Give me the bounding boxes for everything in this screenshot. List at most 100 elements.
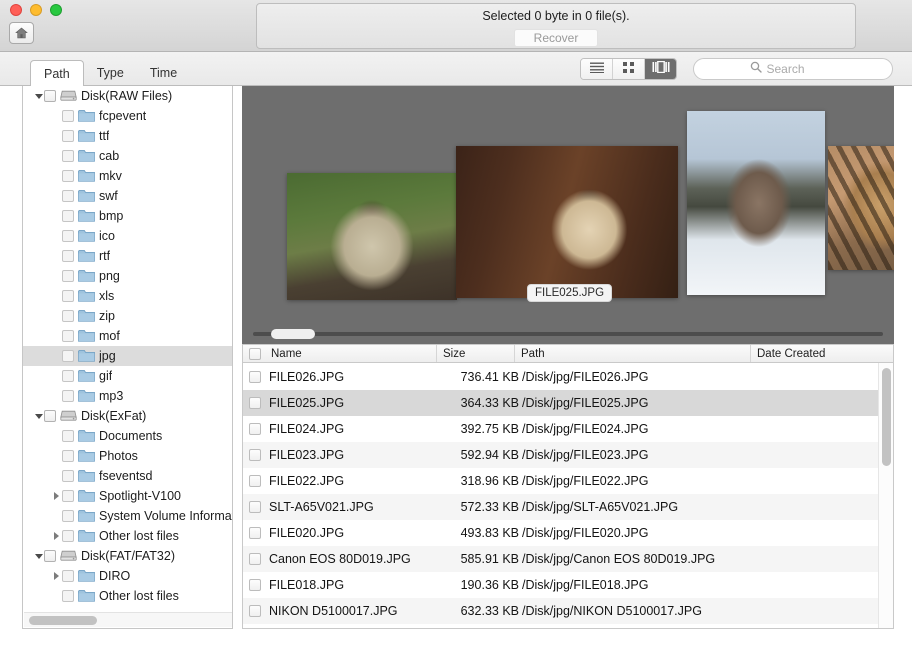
tree-item-bmp[interactable]: bmp [23, 206, 232, 226]
tree-item-checkbox[interactable] [62, 150, 74, 162]
tree-item-checkbox[interactable] [62, 490, 74, 502]
row-checkbox[interactable] [249, 364, 261, 390]
dog-in-blanket-photo[interactable] [287, 173, 457, 300]
tree-item-checkbox[interactable] [62, 110, 74, 122]
tree-item-disk-raw-files[interactable]: Disk(RAW Files) [23, 86, 232, 106]
tree-item-checkbox[interactable] [62, 390, 74, 402]
tree-item-documents[interactable]: Documents [23, 426, 232, 446]
running-dog-snow-photo[interactable] [687, 111, 825, 295]
search-input[interactable] [766, 62, 837, 76]
tree-item-gif[interactable]: gif [23, 366, 232, 386]
list-view-button[interactable] [581, 59, 613, 79]
tree-item-checkbox[interactable] [62, 350, 74, 362]
select-all-checkbox[interactable] [249, 348, 261, 360]
tree-item-checkbox[interactable] [44, 550, 56, 562]
tree-item-checkbox[interactable] [62, 590, 74, 602]
chevron-right-icon[interactable] [51, 486, 62, 506]
tree-item-checkbox[interactable] [62, 130, 74, 142]
tree-item-checkbox[interactable] [62, 510, 74, 522]
tree-item-swf[interactable]: swf [23, 186, 232, 206]
table-row[interactable]: FILE018.JPG 190.36 KB/Disk/jpg/FILE018.JP… [243, 572, 878, 598]
table-row[interactable]: SLT-A65V021.JPG 572.33 KB/Disk/jpg/SLT-A6… [243, 494, 878, 520]
column-header-name[interactable]: Name [265, 345, 437, 362]
table-row[interactable]: FILE025.JPG 364.33 KB/Disk/jpg/FILE025.JP… [243, 390, 878, 416]
tree-item-other-lost-files[interactable]: Other lost files [23, 586, 232, 606]
sidebar-horizontal-scrollbar[interactable] [24, 612, 232, 627]
tree-item-mkv[interactable]: mkv [23, 166, 232, 186]
tree-item-jpg[interactable]: jpg [23, 346, 232, 366]
search-box[interactable] [693, 58, 893, 80]
column-header-date-created[interactable]: Date Created [751, 345, 878, 362]
coverflow-preview-pane[interactable]: FILE025.JPG [242, 86, 894, 344]
tree-item-disk-exfat[interactable]: Disk(ExFat) [23, 406, 232, 426]
tree-item-checkbox[interactable] [62, 230, 74, 242]
tree-item-checkbox[interactable] [62, 450, 74, 462]
tree-item-zip[interactable]: zip [23, 306, 232, 326]
coverflow-view-button[interactable] [645, 59, 676, 79]
tree-item-checkbox[interactable] [62, 290, 74, 302]
tree-item-png[interactable]: png [23, 266, 232, 286]
row-checkbox[interactable] [249, 572, 261, 598]
file-list-vertical-scrollbar[interactable] [878, 363, 893, 628]
tree-item-checkbox[interactable] [62, 470, 74, 482]
tree-item-fcpevent[interactable]: fcpevent [23, 106, 232, 126]
tree-item-checkbox[interactable] [62, 370, 74, 382]
cat-photo[interactable] [828, 146, 894, 270]
zoom-button[interactable] [50, 4, 62, 16]
tree-item-checkbox[interactable] [62, 270, 74, 282]
tree-item-checkbox[interactable] [62, 530, 74, 542]
tree-item-diro[interactable]: DIRO [23, 566, 232, 586]
tree-item-checkbox[interactable] [62, 190, 74, 202]
tree-item-ico[interactable]: ico [23, 226, 232, 246]
tree-item-mp3[interactable]: mp3 [23, 386, 232, 406]
tree-item-other-lost-files[interactable]: Other lost files [23, 526, 232, 546]
chevron-down-icon[interactable] [33, 406, 44, 426]
tree-item-ttf[interactable]: ttf [23, 126, 232, 146]
file-list-scrollbar-thumb[interactable] [882, 368, 891, 466]
tree-item-checkbox[interactable] [62, 310, 74, 322]
grid-view-button[interactable] [613, 59, 645, 79]
file-list[interactable]: Name Size Path Date Created FILE026.JPG 7… [242, 344, 894, 629]
chevron-right-icon[interactable] [51, 566, 62, 586]
row-checkbox[interactable] [249, 390, 261, 416]
tree-item-rtf[interactable]: rtf [23, 246, 232, 266]
tree-item-checkbox[interactable] [62, 170, 74, 182]
sidebar-scrollbar-thumb[interactable] [29, 616, 97, 625]
tree-item-checkbox[interactable] [44, 90, 56, 102]
tree-item-fseventsd[interactable]: fseventsd [23, 466, 232, 486]
tab-path[interactable]: Path [30, 60, 84, 87]
table-row[interactable]: NIKON D5100017.JPG 632.33 KB/Disk/jpg/NIK… [243, 598, 878, 624]
pug-puppy-photo[interactable] [456, 146, 678, 298]
coverflow-scrollbar-thumb[interactable] [271, 329, 315, 339]
path-tree-sidebar[interactable]: Disk(RAW Files) fcpevent ttf cab mkv swf bmp ic… [22, 86, 233, 629]
minimize-button[interactable] [30, 4, 42, 16]
tree-item-xls[interactable]: xls [23, 286, 232, 306]
table-row[interactable]: Canon EOS 80D019.JPG 585.91 KB/Disk/jpg/C… [243, 546, 878, 572]
row-checkbox[interactable] [249, 546, 261, 572]
row-checkbox[interactable] [249, 598, 261, 624]
home-button[interactable] [9, 22, 34, 44]
tab-time[interactable]: Time [137, 59, 190, 86]
tree-item-mof[interactable]: mof [23, 326, 232, 346]
chevron-right-icon[interactable] [51, 526, 62, 546]
row-checkbox[interactable] [249, 520, 261, 546]
tree-item-system-volume-information[interactable]: System Volume Information [23, 506, 232, 526]
tree-item-checkbox[interactable] [62, 570, 74, 582]
table-row[interactable]: FILE022.JPG 318.96 KB/Disk/jpg/FILE022.JP… [243, 468, 878, 494]
row-checkbox[interactable] [249, 494, 261, 520]
column-header-path[interactable]: Path [515, 345, 751, 362]
close-button[interactable] [10, 4, 22, 16]
tree-item-checkbox[interactable] [62, 430, 74, 442]
row-checkbox[interactable] [249, 442, 261, 468]
table-row[interactable]: FILE023.JPG 592.94 KB/Disk/jpg/FILE023.JP… [243, 442, 878, 468]
tree-item-checkbox[interactable] [62, 210, 74, 222]
table-row[interactable]: FILE026.JPG 736.41 KB/Disk/jpg/FILE026.JP… [243, 364, 878, 390]
tree-item-disk-fat-fat32[interactable]: Disk(FAT/FAT32) [23, 546, 232, 566]
tree-item-photos[interactable]: Photos [23, 446, 232, 466]
tree-item-checkbox[interactable] [44, 410, 56, 422]
row-checkbox[interactable] [249, 468, 261, 494]
tab-type[interactable]: Type [84, 59, 137, 86]
tree-item-spotlight-v100[interactable]: Spotlight-V100 [23, 486, 232, 506]
recover-button[interactable]: Recover [514, 29, 598, 47]
column-header-size[interactable]: Size [437, 345, 515, 362]
